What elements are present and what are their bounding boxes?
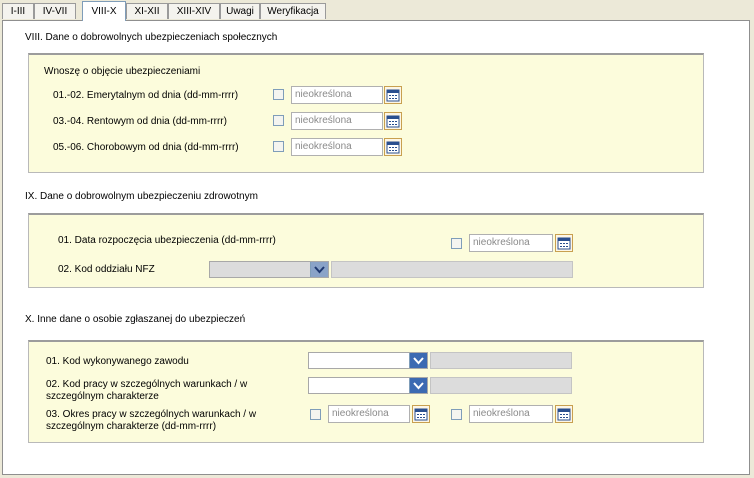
okres-do-date-input[interactable]: nieokreślona — [469, 405, 553, 423]
calendar-icon[interactable] — [384, 112, 402, 130]
kod-pracy-select[interactable] — [308, 377, 428, 394]
calendar-icon[interactable] — [412, 405, 430, 423]
tab-xi-xii[interactable]: XI-XII — [126, 3, 168, 19]
rentowym-checkbox[interactable] — [273, 115, 284, 126]
section-x-title: X. Inne dane o osobie zgłaszanej do ubez… — [25, 314, 246, 325]
tab-uwagi[interactable]: Uwagi — [220, 3, 260, 19]
section-viii-title: VIII. Dane o dobrowolnych ubezpieczeniac… — [25, 32, 278, 43]
okres-od-checkbox[interactable] — [310, 409, 321, 420]
section-ix-title: IX. Dane o dobrowolnym ubezpieczeniu zdr… — [25, 191, 258, 202]
kod-nfz-label: 02. Kod oddziału NFZ — [58, 264, 155, 275]
section-viii-box-title: Wnoszę o objęcie ubezpieczeniami — [44, 66, 201, 77]
kod-zawodu-select[interactable] — [308, 352, 428, 369]
emerytalnym-checkbox[interactable] — [273, 89, 284, 100]
emerytalnym-date-input[interactable]: nieokreślona — [291, 86, 383, 104]
calendar-icon[interactable] — [555, 405, 573, 423]
okres-pracy-label: 03. Okres pracy w szczególnych warunkach… — [46, 409, 257, 432]
calendar-icon[interactable] — [384, 138, 402, 156]
kod-pracy-label: 02. Kod pracy w szczególnych warunkach /… — [46, 379, 248, 402]
calendar-icon[interactable] — [384, 86, 402, 104]
okres-od-date-input[interactable]: nieokreślona — [328, 405, 410, 423]
chevron-down-icon[interactable] — [409, 353, 427, 368]
data-rozpoczecia-date-input[interactable]: nieokreślona — [469, 234, 553, 252]
rentowym-date-input[interactable]: nieokreślona — [291, 112, 383, 130]
chorobowym-label: 05.-06. Chorobowym od dnia (dd-mm-rrrr) — [53, 142, 239, 153]
calendar-icon[interactable] — [555, 234, 573, 252]
tab-xiii-xiv[interactable]: XIII-XIV — [168, 3, 220, 19]
kod-pracy-name-field — [430, 377, 572, 394]
data-rozpoczecia-checkbox[interactable] — [451, 238, 462, 249]
chorobowym-checkbox[interactable] — [273, 141, 284, 152]
data-rozpoczecia-label: 01. Data rozpoczęcia ubezpieczenia (dd-m… — [58, 235, 276, 246]
rentowym-label: 03.-04. Rentowym od dnia (dd-mm-rrrr) — [53, 116, 227, 127]
kod-nfz-select[interactable] — [209, 261, 329, 278]
kod-zawodu-name-field — [430, 352, 572, 369]
kod-zawodu-label: 01. Kod wykonywanego zawodu — [46, 356, 189, 367]
kod-nfz-name-field — [331, 261, 573, 278]
emerytalnym-label: 01.-02. Emerytalnym od dnia (dd-mm-rrrr) — [53, 90, 239, 101]
chorobowym-date-input[interactable]: nieokreślona — [291, 138, 383, 156]
tab-weryfikacja[interactable]: Weryfikacja — [260, 3, 326, 19]
tab-iv-vii[interactable]: IV-VII — [34, 3, 76, 19]
chevron-down-icon[interactable] — [409, 378, 427, 393]
chevron-down-icon[interactable] — [310, 262, 328, 277]
tab-i-iii[interactable]: I-III — [2, 3, 34, 19]
tab-viii-x[interactable]: VIII-X — [82, 1, 126, 21]
okres-do-checkbox[interactable] — [451, 409, 462, 420]
